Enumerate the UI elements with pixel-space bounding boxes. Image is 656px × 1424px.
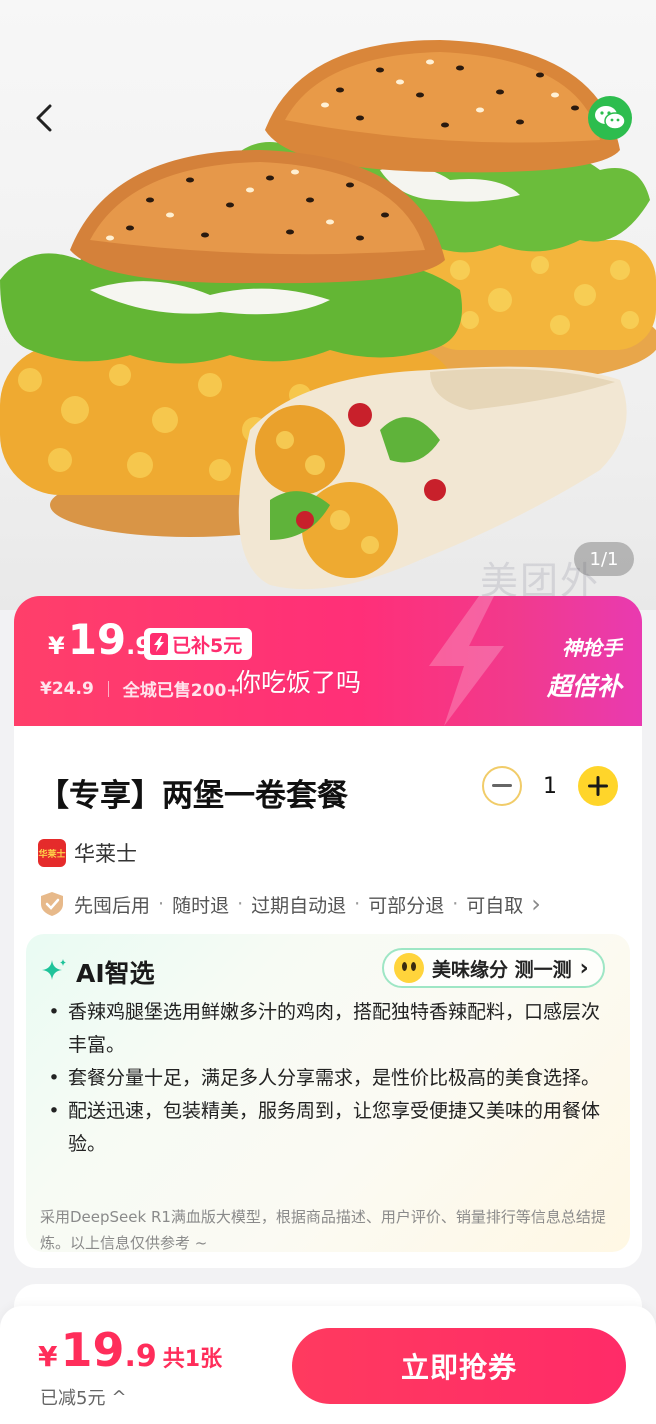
currency-symbol: ¥ bbox=[38, 1340, 58, 1373]
chevron-right-icon: › bbox=[531, 890, 541, 918]
service-item: 随时退 bbox=[172, 894, 230, 917]
chevron-left-icon bbox=[36, 104, 52, 132]
subsidy-tag: 已补5元 bbox=[144, 628, 253, 660]
service-item: 可自取 bbox=[466, 894, 524, 917]
promo-badge-line1: 神抢手 bbox=[562, 636, 622, 660]
separator-dot: · bbox=[354, 893, 361, 915]
lightning-decoration-icon bbox=[429, 596, 504, 726]
promo-badge: 神抢手 超倍补 bbox=[547, 632, 622, 703]
brand-logo: 华莱士 bbox=[38, 839, 66, 867]
original-price-row: ¥24.9 全城已售200+ bbox=[40, 676, 241, 702]
shield-icon bbox=[41, 892, 63, 916]
original-price: ¥24.9 bbox=[40, 678, 94, 699]
sparkle-icon bbox=[42, 959, 66, 980]
promo-badge-line2: 超倍补 bbox=[546, 672, 622, 701]
plus-icon bbox=[588, 776, 608, 796]
bolt-icon bbox=[150, 633, 168, 655]
current-price: ¥ 19 .9 bbox=[48, 618, 152, 662]
ai-recommendation-panel: AI智选 美味缘分 测一测 › • 香辣鸡腿堡选用鲜嫩多汁的鸡肉，搭配独特香辣配… bbox=[26, 934, 630, 1252]
brand-name: 华莱士 bbox=[74, 842, 137, 866]
ai-title: AI智选 bbox=[76, 959, 155, 988]
service-item: 先囤后用 bbox=[74, 894, 151, 917]
separator-dot: · bbox=[237, 893, 244, 915]
subsidy-tag-label: 已补5元 bbox=[172, 634, 243, 657]
bullet-dot: • bbox=[48, 1067, 60, 1089]
service-guarantees[interactable]: 先囤后用 · 随时退 · 过期自动退 · 可部分退 · 可自取 › bbox=[38, 890, 541, 918]
product-card: 【专享】两堡一卷套餐 1 华莱士 华莱士 先囤后用 · 随时退 · 过期自动退 … bbox=[14, 726, 642, 1268]
divider bbox=[107, 680, 109, 697]
price-integer: 19 bbox=[60, 1323, 125, 1377]
chevron-right-icon: › bbox=[579, 955, 589, 981]
ai-bullet-text: 配送迅速，包装精美，服务周到，让您享受便捷又美味的用餐体验。 bbox=[68, 1100, 601, 1155]
separator-dot: · bbox=[452, 893, 459, 915]
service-item: 可部分退 bbox=[368, 894, 445, 917]
decrease-quantity-button[interactable] bbox=[482, 766, 522, 806]
bullet-dot: • bbox=[48, 1001, 60, 1023]
ai-bullet-item: • 套餐分量十足，满足多人分享需求，是性价比极高的美食选择。 bbox=[40, 1062, 618, 1095]
quantity-value: 1 bbox=[543, 773, 557, 799]
product-hero-image: 美团外 1/1 bbox=[0, 0, 656, 610]
grab-voucher-button[interactable]: 立即抢券 bbox=[292, 1328, 626, 1404]
product-title: 【专享】两堡一卷套餐 bbox=[38, 778, 348, 814]
price-decimal: .9 bbox=[124, 1339, 157, 1374]
ai-disclaimer: 采用DeepSeek R1满血版大模型，根据商品描述、用户评价、销量排行等信息总… bbox=[40, 1208, 606, 1252]
bottom-purchase-bar: ¥ 19 .9 共1张 已减5元 ^ 立即抢券 bbox=[0, 1306, 656, 1424]
back-button[interactable] bbox=[22, 96, 66, 140]
service-item: 过期自动退 bbox=[251, 894, 347, 917]
quantity-stepper: 1 bbox=[482, 766, 618, 806]
taste-match-label: 美味缘分 测一测 bbox=[432, 958, 572, 981]
total-price: ¥ 19 .9 共1张 bbox=[38, 1326, 222, 1374]
wechat-icon bbox=[595, 106, 626, 130]
image-counter: 1/1 bbox=[574, 542, 634, 576]
smiley-face-icon bbox=[394, 953, 424, 983]
increase-quantity-button[interactable] bbox=[578, 766, 618, 806]
voucher-count: 共1张 bbox=[162, 1347, 223, 1372]
ai-bullet-list: • 香辣鸡腿堡选用鲜嫩多汁的鸡肉，搭配独特香辣配料，口感层次丰富。 • 套餐分量… bbox=[40, 996, 618, 1161]
sold-count: 全城已售200+ bbox=[122, 681, 241, 701]
price-integer: 19 bbox=[67, 615, 127, 664]
price-banner: ¥ 19 .9 已补5元 ¥24.9 全城已售200+ 神抢手 超倍补 bbox=[14, 596, 642, 726]
brand-row[interactable]: 华莱士 华莱士 bbox=[38, 838, 137, 868]
separator-dot: · bbox=[158, 893, 165, 915]
chevron-up-icon: ^ bbox=[111, 1386, 127, 1408]
minus-icon bbox=[492, 784, 512, 787]
ai-bullet-item: • 配送迅速，包装精美，服务周到，让您享受便捷又美味的用餐体验。 bbox=[40, 1095, 618, 1161]
ai-bullet-text: 套餐分量十足，满足多人分享需求，是性价比极高的美食选择。 bbox=[68, 1067, 601, 1089]
ai-bullet-item: • 香辣鸡腿堡选用鲜嫩多汁的鸡肉，搭配独特香辣配料，口感层次丰富。 bbox=[40, 996, 618, 1062]
ai-header: AI智选 bbox=[40, 954, 155, 990]
bullet-dot: • bbox=[48, 1100, 60, 1122]
wechat-share-button[interactable] bbox=[588, 96, 632, 140]
discount-amount: 已减5元 bbox=[40, 1388, 106, 1409]
taste-match-button[interactable]: 美味缘分 测一测 › bbox=[382, 948, 605, 988]
overlay-caption: 你吃饭了吗 bbox=[236, 668, 362, 697]
ai-bullet-text: 香辣鸡腿堡选用鲜嫩多汁的鸡肉，搭配独特香辣配料，口感层次丰富。 bbox=[68, 1001, 601, 1056]
currency-symbol: ¥ bbox=[48, 632, 65, 660]
discount-detail-toggle[interactable]: 已减5元 ^ bbox=[40, 1384, 127, 1410]
burger-combo-illustration bbox=[0, 40, 656, 590]
